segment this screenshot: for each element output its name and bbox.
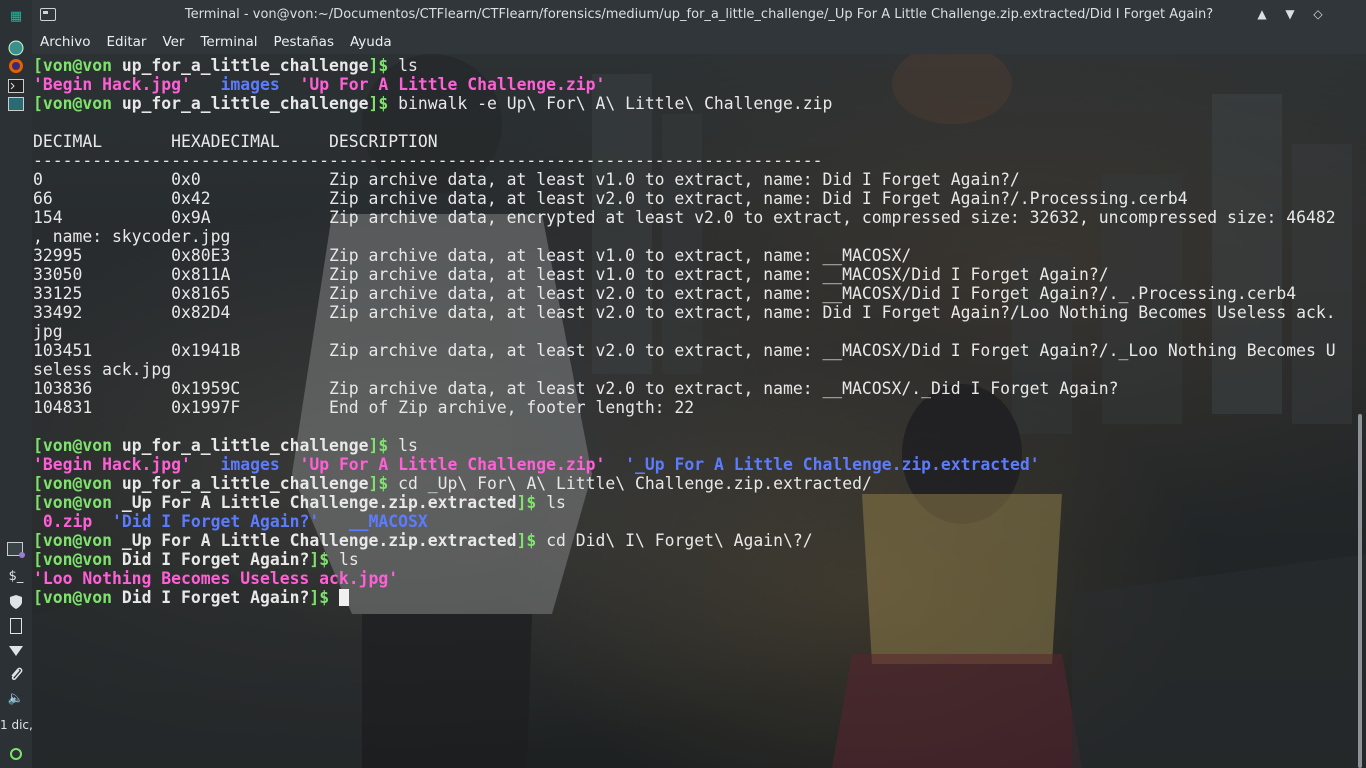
system-panel: ▦ $_ 🔈 1 dic, (0, 0, 33, 768)
minimize-icon[interactable]: ▼ (1282, 6, 1298, 22)
terminal-scrollbar[interactable] (1358, 414, 1362, 768)
binwalk-row: 33492 0x82D4 Zip archive data, at least … (33, 303, 1336, 322)
terminal-line: [von@von up_for_a_little_challenge]$ ls (33, 436, 418, 455)
terminal-current-line[interactable]: [von@von Did I Forget Again?]$ (33, 588, 1336, 607)
binwalk-row: 0 0x0 Zip archive data, at least v1.0 to… (33, 170, 1020, 189)
terminal-line: [von@von _Up For A Little Challenge.zip.… (33, 493, 566, 512)
terminal-icon[interactable] (6, 76, 26, 96)
menu-archivo[interactable]: Archivo (40, 34, 90, 50)
wifi-icon[interactable] (6, 640, 26, 660)
binwalk-row: 33050 0x811A Zip archive data, at least … (33, 265, 1109, 284)
keyboard-icon[interactable] (6, 616, 26, 636)
terminal-icon[interactable]: $_ (6, 566, 26, 586)
binwalk-row: seless ack.jpg (33, 360, 172, 379)
terminal-output[interactable]: [von@von up_for_a_little_challenge]$ ls … (32, 54, 1366, 768)
binwalk-row: 104831 0x1997F End of Zip archive, foote… (33, 398, 695, 417)
terminal-line: 'Begin Hack.jpg' images 'Up For A Little… (33, 455, 1040, 474)
terminal-line: [von@von up_for_a_little_challenge]$ ls (33, 56, 418, 75)
binwalk-row: 32995 0x80E3 Zip archive data, at least … (33, 246, 912, 265)
clip-icon[interactable] (6, 664, 26, 684)
terminal-line: [von@von _Up For A Little Challenge.zip.… (33, 531, 813, 550)
terminal-line: 'Loo Nothing Becomes Useless ack.jpg' (33, 569, 399, 588)
binwalk-row: 66 0x42 Zip archive data, at least v2.0 … (33, 189, 1188, 208)
binwalk-rule: ----------------------------------------… (33, 151, 823, 170)
terminal-line: [von@von Did I Forget Again?]$ ls (33, 550, 359, 569)
binwalk-row: 154 0x9A Zip archive data, encrypted at … (33, 208, 1336, 227)
window-titlebar[interactable]: Terminal - von@von:~/Documentos/CTFlearn… (32, 0, 1366, 30)
files-icon[interactable] (6, 94, 26, 114)
menu-bar: Archivo Editar Ver Terminal Pestañas Ayu… (32, 30, 1366, 54)
status-icon[interactable] (6, 744, 26, 764)
terminal-cursor (338, 589, 349, 606)
terminal-line: [von@von up_for_a_little_challenge]$ bin… (33, 94, 833, 113)
menu-ver[interactable]: Ver (162, 34, 184, 50)
firefox-icon[interactable] (6, 56, 26, 76)
maximize-icon[interactable]: ◇ (1310, 6, 1326, 22)
terminal-text: [von@von up_for_a_little_challenge]$ ls … (33, 56, 1336, 607)
binwalk-row: , name: skycoder.jpg (33, 227, 231, 246)
app-menu-icon[interactable]: ▦ (6, 6, 26, 26)
shield-icon[interactable] (6, 592, 26, 612)
binwalk-header: DECIMAL HEXADECIMAL DESCRIPTION (33, 132, 438, 151)
globe-icon[interactable] (6, 38, 26, 58)
binwalk-row: 103451 0x1941B Zip archive data, at leas… (33, 341, 1336, 360)
terminal-line: 'Begin Hack.jpg' images 'Up For A Little… (33, 75, 606, 94)
menu-editar[interactable]: Editar (106, 34, 146, 50)
terminal-line: 0.zip 'Did I Forget Again?' __MACOSX (42, 512, 428, 531)
volume-icon[interactable]: 🔈 (6, 688, 26, 708)
menu-terminal[interactable]: Terminal (200, 34, 257, 50)
keep-above-icon[interactable]: ▲ (1254, 6, 1270, 22)
terminal-line: [von@von up_for_a_little_challenge]$ cd … (33, 474, 872, 493)
menu-ayuda[interactable]: Ayuda (350, 34, 392, 50)
window-title: Terminal - von@von:~/Documentos/CTFlearn… (184, 7, 1214, 22)
binwalk-row: jpg (33, 322, 63, 341)
binwalk-row: 33125 0x8165 Zip archive data, at least … (33, 284, 1297, 303)
terminal-icon[interactable] (6, 540, 26, 560)
binwalk-row: 103836 0x1959C Zip archive data, at leas… (33, 379, 1119, 398)
menu-pestanas[interactable]: Pestañas (274, 34, 334, 50)
